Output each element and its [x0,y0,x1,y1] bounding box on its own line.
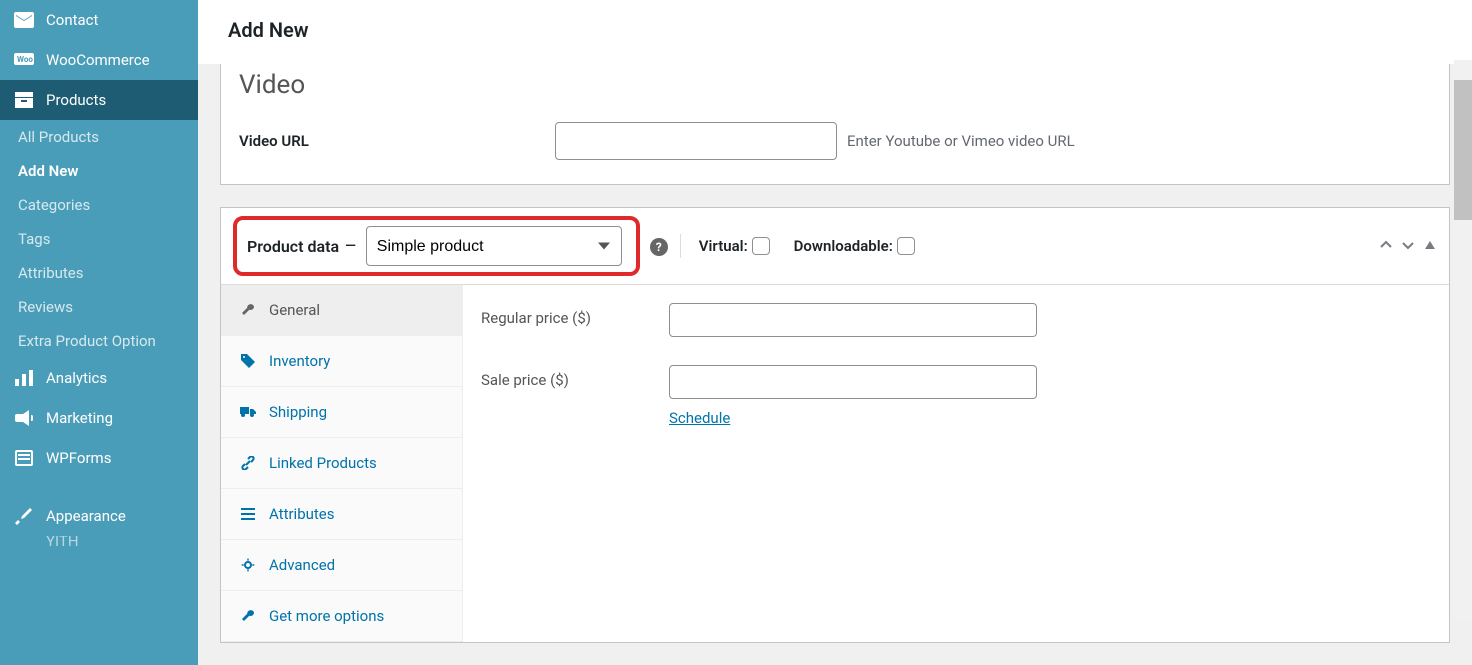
divider [680,234,681,258]
product-data-dash: — [345,238,356,254]
tag-icon [239,354,257,368]
sale-price-input[interactable] [669,365,1037,399]
product-data-tabs: General Inventory Shipping [221,285,463,642]
sidebar-label: Products [46,91,106,109]
sidebar-sub-reviews[interactable]: Reviews [0,290,198,324]
sidebar-label: WooCommerce [46,51,150,69]
sidebar-sub-categories[interactable]: Categories [0,188,198,222]
yith-icon [14,536,34,546]
tab-label: Shipping [269,403,327,421]
product-data-panel: Product data — Simple product ? Virtual:… [220,207,1450,643]
tab-linked-products[interactable]: Linked Products [221,438,462,489]
tab-shipping[interactable]: Shipping [221,387,462,438]
product-data-title: Product data [247,237,339,256]
video-url-input[interactable] [555,122,837,160]
admin-sidebar: Contact Woo WooCommerce Products All Pro… [0,0,198,665]
panel-down-icon[interactable] [1401,237,1415,256]
brush-icon [14,506,34,526]
envelope-icon [14,10,34,30]
schedule-link[interactable]: Schedule [669,409,1037,427]
truck-icon [239,406,257,418]
regular-price-input[interactable] [669,303,1037,337]
panel-toggle-icon[interactable] [1423,237,1437,256]
forms-icon [14,448,34,468]
sidebar-sub-attributes[interactable]: Attributes [0,256,198,290]
video-url-hint: Enter Youtube or Vimeo video URL [847,132,1075,150]
svg-text:Woo: Woo [17,55,33,64]
tab-label: Advanced [269,556,335,574]
sidebar-item-marketing[interactable]: Marketing [0,398,198,438]
tab-advanced[interactable]: Advanced [221,540,462,591]
product-data-fields: Regular price ($) Sale price ($) Schedul… [463,285,1449,642]
product-data-header: Product data — Simple product ? Virtual:… [221,208,1449,285]
sidebar-item-analytics[interactable]: Analytics [0,358,198,398]
tab-label: Linked Products [269,454,377,472]
list-icon [239,508,257,520]
tab-label: Inventory [269,352,330,370]
gear-icon [239,558,257,572]
sidebar-item-wpforms[interactable]: WPForms [0,438,198,478]
scrollbar-thumb[interactable] [1454,80,1472,220]
woo-icon: Woo [14,50,34,70]
virtual-label: Virtual: [699,237,748,255]
tab-inventory[interactable]: Inventory [221,336,462,387]
sidebar-label: Contact [46,11,98,29]
sidebar-label: YITH [46,536,79,546]
video-url-label: Video URL [239,132,545,150]
video-section-title: Video [239,64,1431,122]
bars-icon [14,368,34,388]
main-content: Add New Video Video URL Enter Youtube or… [198,0,1472,665]
downloadable-label: Downloadable: [794,237,893,255]
sidebar-item-appearance[interactable]: Appearance [0,496,198,536]
wrench-icon [239,303,257,317]
sidebar-sub-tags[interactable]: Tags [0,222,198,256]
sidebar-label: Appearance [46,507,126,525]
page-title: Add New [198,0,1472,64]
help-icon[interactable]: ? [650,238,668,256]
wrench-icon [239,609,257,623]
virtual-checkbox[interactable] [752,237,770,255]
sidebar-label: Marketing [46,409,113,427]
sidebar-item-contact[interactable]: Contact [0,0,198,40]
sale-price-label: Sale price ($) [481,365,669,389]
megaphone-icon [14,408,34,428]
sidebar-item-yith[interactable]: YITH [0,536,198,546]
sidebar-submenu-products: All Products Add New Categories Tags Att… [0,120,198,358]
product-data-type-highlight: Product data — Simple product [233,216,640,276]
tab-general[interactable]: General [221,285,462,336]
tab-label: Attributes [269,505,335,523]
sidebar-sub-extra-option[interactable]: Extra Product Option [0,324,198,358]
page-scrollbar[interactable] [1454,60,1472,620]
link-icon [239,456,257,470]
sidebar-sub-add-new[interactable]: Add New [0,154,198,188]
sidebar-label: Analytics [46,369,107,387]
archive-icon [14,90,34,110]
panel-up-icon[interactable] [1379,237,1393,256]
tab-attributes[interactable]: Attributes [221,489,462,540]
video-panel: Video Video URL Enter Youtube or Vimeo v… [220,64,1450,185]
sidebar-sub-all-products[interactable]: All Products [0,120,198,154]
sidebar-item-woocommerce[interactable]: Woo WooCommerce [0,40,198,80]
product-type-select[interactable]: Simple product [366,226,622,266]
tab-label: General [269,301,320,319]
sidebar-item-products[interactable]: Products [0,80,198,120]
regular-price-label: Regular price ($) [481,303,669,327]
downloadable-checkbox[interactable] [897,237,915,255]
sidebar-label: WPForms [46,449,111,467]
tab-label: Get more options [269,607,384,625]
tab-get-more-options[interactable]: Get more options [221,591,462,642]
